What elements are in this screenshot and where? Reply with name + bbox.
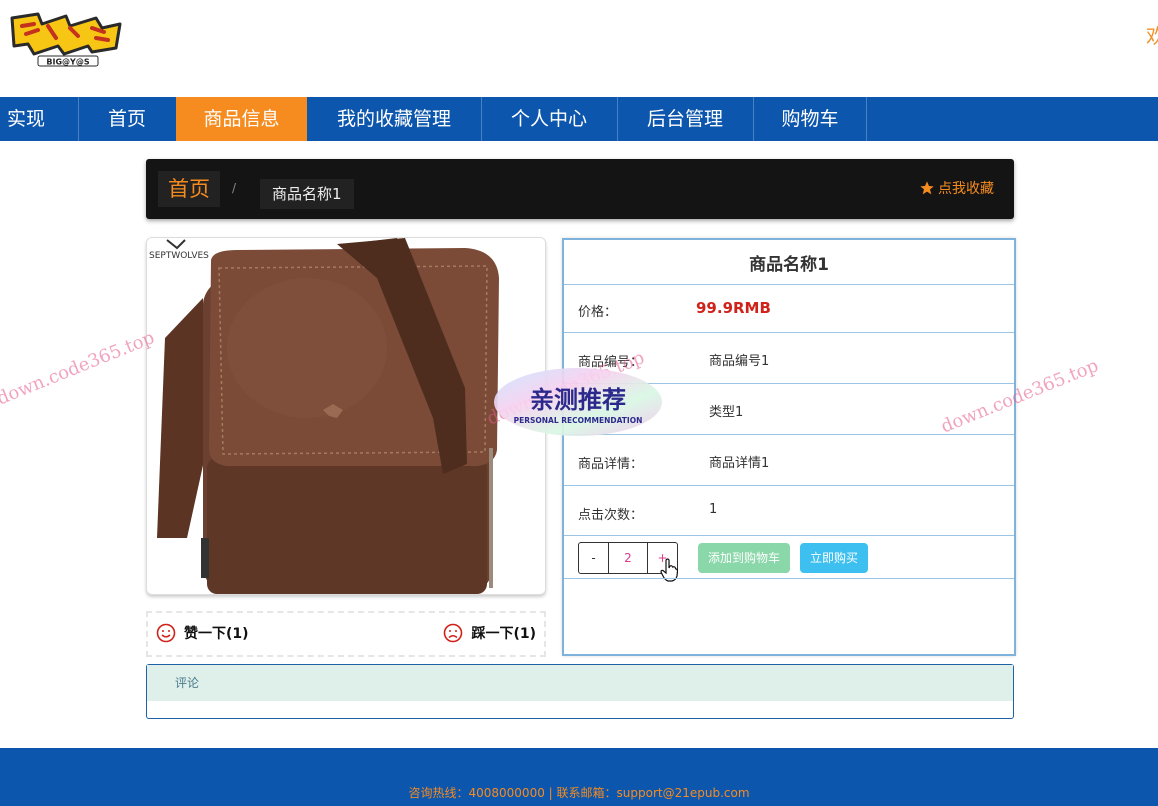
favorite-label: 点我收藏 [938,181,994,197]
product-code-value: 商品编号1 [709,354,770,369]
price-label: 价格： [578,305,618,320]
main-nav: 实现 首页 商品信息 我的收藏管理 个人中心 后台管理 购物车 [0,97,1158,141]
nav-item-system[interactable]: 实现 [0,97,56,141]
welcome-text: 欢 [1146,24,1158,48]
breadcrumb-home-link[interactable]: 首页 [158,171,220,207]
product-brand-text: SEPTWOLVES [149,251,209,261]
add-to-cart-button[interactable]: 添加到购物车 [698,543,791,573]
star-icon [920,181,934,195]
logo-text: BIG@Y@S [46,58,89,67]
row-divider [564,578,1014,579]
comment-section: 评论 [146,664,1014,719]
quantity-decrease-button[interactable]: - [579,543,608,573]
click-count-label: 点击次数： [578,508,644,523]
footer-contact-text: 咨询热线：4008000000 | 联系邮箱：support@21epub.co… [408,786,750,800]
breadcrumb: 首页 / 商品名称1 点我收藏 [146,159,1014,219]
footer: 咨询热线：4008000000 | 联系邮箱：support@21epub.co… [0,748,1158,806]
breadcrumb-current: 商品名称1 [260,179,354,209]
price-value: 99.9RMB [696,299,771,317]
sticker-title: 亲测推荐 [530,386,626,414]
sticker-subtitle: PERSONAL RECOMMENDATION [514,416,643,425]
nav-item-cart[interactable]: 购物车 [754,97,866,141]
favorite-button[interactable]: 点我收藏 [919,178,994,198]
nav-item-home[interactable]: 首页 [79,97,175,141]
product-title: 商品名称1 [749,255,829,275]
breadcrumb-separator: / [232,181,237,195]
comment-header: 评论 [147,665,1013,701]
row-divider [564,332,1014,333]
dislike-button[interactable]: 踩一下(1) [443,623,536,643]
reaction-bar: 赞一下(1) 踩一下(1) [146,611,546,657]
nav-divider [866,97,867,141]
click-count-value: 1 [709,502,718,517]
watermark-text: down.code365.top [0,327,158,410]
quantity-input[interactable]: 2 [608,543,648,573]
nav-item-product-info[interactable]: 商品信息 [176,97,307,141]
product-detail-panel: 商品名称1 价格： 99.9RMB 商品编号： 商品编号1 类型1 商品详情： … [562,238,1016,656]
recommendation-sticker: 亲测推荐 PERSONAL RECOMMENDATION [492,366,664,438]
dislike-label: 踩一下(1) [471,626,536,642]
buy-now-button[interactable]: 立即购买 [800,543,869,573]
nav-item-admin[interactable]: 后台管理 [618,97,752,141]
product-type-value: 类型1 [709,405,744,420]
like-label: 赞一下(1) [184,626,249,642]
site-logo[interactable]: BIG@Y@S [8,8,124,68]
like-button[interactable]: 赞一下(1) [156,623,249,643]
frown-icon [444,623,463,643]
row-divider [564,485,1014,486]
product-detail-label: 商品详情： [578,457,644,472]
row-divider [564,535,1014,536]
nav-item-favorites[interactable]: 我的收藏管理 [308,97,480,141]
nav-item-personal-center[interactable]: 个人中心 [482,97,616,141]
smile-icon [156,623,176,643]
row-divider [564,284,1014,285]
product-detail-value: 商品详情1 [709,456,770,471]
